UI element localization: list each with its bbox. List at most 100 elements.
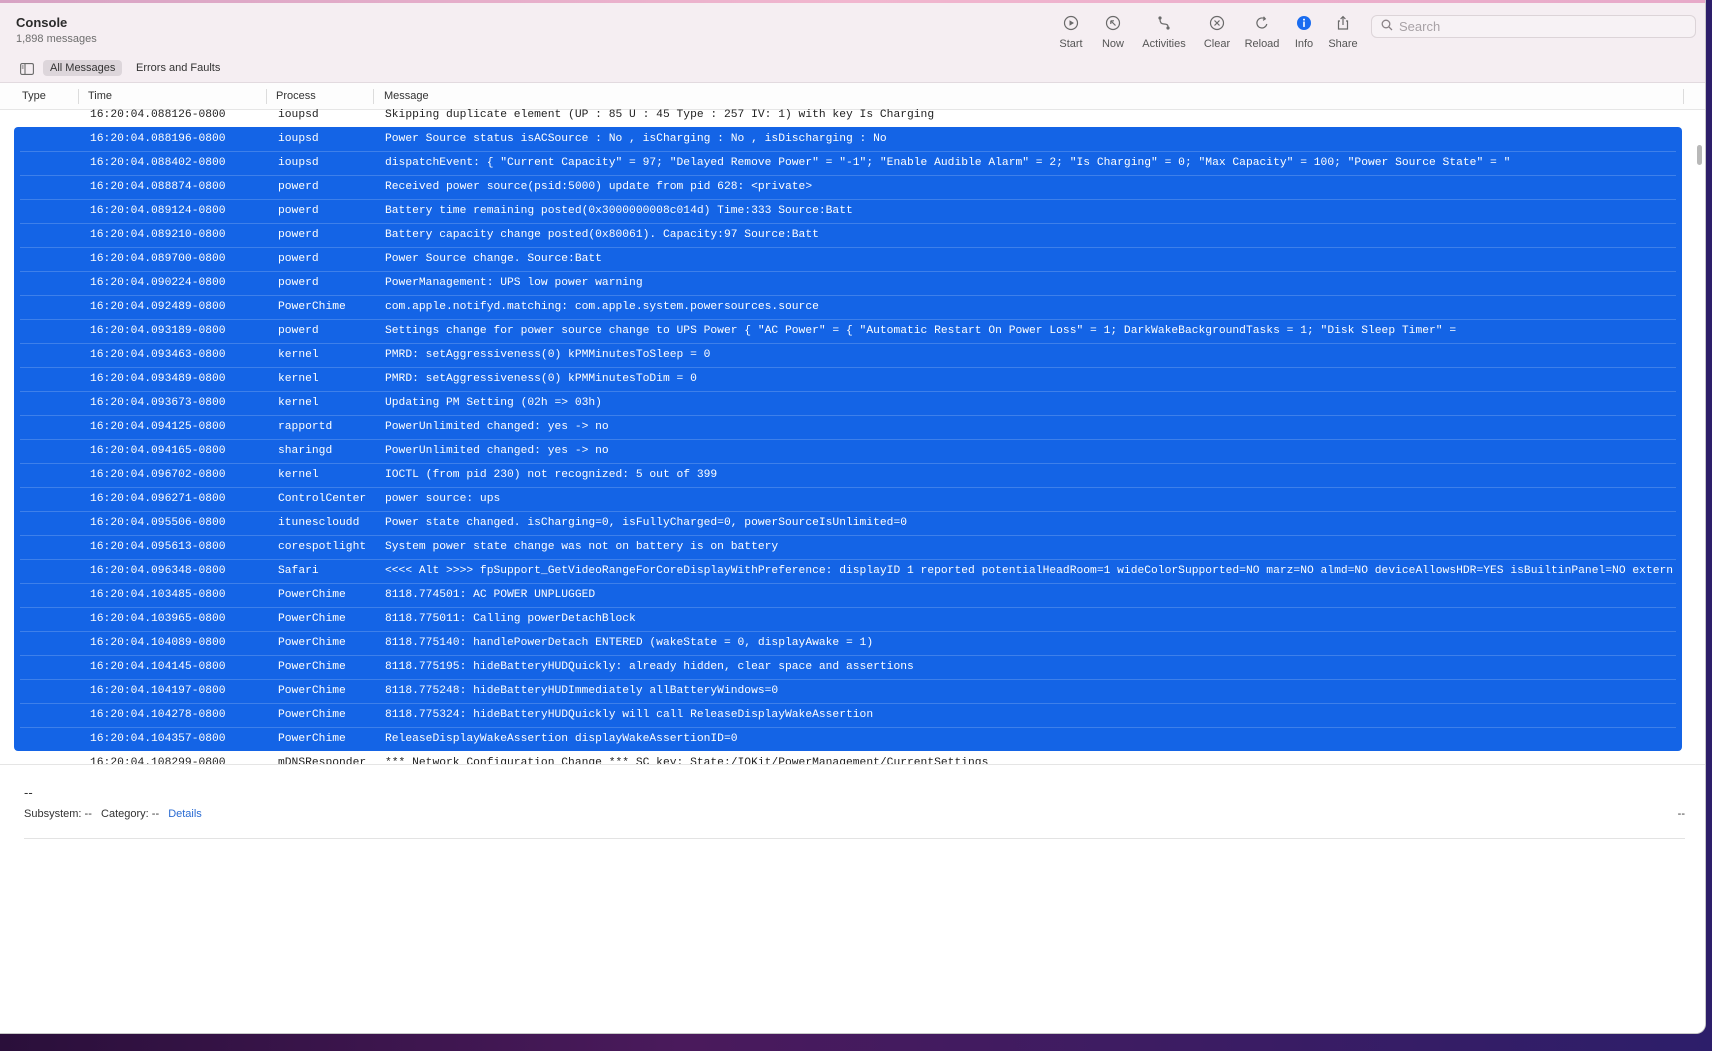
activities-icon bbox=[1154, 13, 1174, 33]
filter-all-messages[interactable]: All Messages bbox=[43, 60, 123, 76]
log-row-time: 16:20:04.095613-0800 bbox=[90, 541, 226, 553]
detail-title: -- bbox=[24, 785, 33, 800]
log-row-time: 16:20:04.093489-0800 bbox=[90, 373, 226, 385]
filter-errors-faults[interactable]: Errors and Faults bbox=[129, 60, 227, 76]
search-icon bbox=[1381, 18, 1393, 36]
log-row-time: 16:20:04.089210-0800 bbox=[90, 229, 226, 241]
log-row-time: 16:20:04.104197-0800 bbox=[90, 685, 226, 697]
col-type[interactable]: Type bbox=[22, 90, 46, 102]
log-row-message: com.apple.notifyd.matching: com.apple.sy… bbox=[385, 301, 819, 313]
now-label: Now bbox=[1101, 38, 1124, 50]
log-row-process: powerd bbox=[278, 325, 319, 337]
console-window: Console 1,898 messages Start Now Activit… bbox=[0, 0, 1706, 1034]
log-row-process: corespotlight bbox=[278, 541, 367, 553]
log-row-message: Settings change for power source change … bbox=[385, 325, 1457, 337]
log-row[interactable]: 16:20:04.094165-0800 sharingd PowerUnlimit… bbox=[0, 440, 1682, 464]
log-row-time: 16:20:04.088126-0800 bbox=[90, 109, 226, 121]
search-input[interactable] bbox=[1399, 19, 1679, 34]
log-row-time: 16:20:04.104089-0800 bbox=[90, 637, 226, 649]
share-button[interactable]: Share bbox=[1313, 13, 1373, 50]
start-label: Start bbox=[1059, 38, 1083, 50]
log-row-message: 8118.775140: handlePowerDetach ENTERED (… bbox=[385, 637, 874, 649]
log-row[interactable]: 16:20:04.096271-0800 ControlCenter power s… bbox=[0, 488, 1682, 512]
category-value: -- bbox=[151, 808, 160, 820]
toolbar: Console 1,898 messages Start Now Activit… bbox=[0, 3, 1705, 55]
log-row[interactable]: 16:20:04.089700-0800 powerd Power Source c… bbox=[0, 248, 1682, 272]
log-row[interactable]: 16:20:04.104145-0800 PowerChime 8118.77519… bbox=[0, 656, 1682, 680]
log-row[interactable]: 16:20:04.088196-0800 ioupsd Power Source s… bbox=[0, 128, 1682, 152]
log-row[interactable]: 16:20:04.093489-0800 kernel PMRD: setAggre… bbox=[0, 368, 1682, 392]
log-row-time: 16:20:04.090224-0800 bbox=[90, 277, 226, 289]
col-process[interactable]: Process bbox=[276, 90, 316, 102]
message-count: 1,898 messages bbox=[16, 33, 97, 45]
log-row-time: 16:20:04.104278-0800 bbox=[90, 709, 226, 721]
log-row[interactable]: 16:20:04.092489-0800 PowerChime com.apple.… bbox=[0, 296, 1682, 320]
details-link[interactable]: Details bbox=[168, 808, 202, 820]
col-message[interactable]: Message bbox=[384, 90, 429, 102]
log-list[interactable]: 16:20:04.088126-0800 ioupsd Skipping dupli… bbox=[0, 104, 1682, 764]
log-row-message: 8118.774501: AC POWER UNPLUGGED bbox=[385, 589, 596, 601]
search-field[interactable] bbox=[1371, 15, 1696, 38]
log-row[interactable]: 16:20:04.104197-0800 PowerChime 8118.77524… bbox=[0, 680, 1682, 704]
log-row-time: 16:20:04.096348-0800 bbox=[90, 565, 226, 577]
log-row[interactable]: 16:20:04.095506-0800 itunescloudd Power st… bbox=[0, 512, 1682, 536]
log-row[interactable]: 16:20:04.104089-0800 PowerChime 8118.77514… bbox=[0, 632, 1682, 656]
col-divider[interactable] bbox=[373, 89, 374, 104]
info-icon bbox=[1294, 13, 1314, 33]
category-label: Category: bbox=[101, 808, 149, 820]
log-row-message: ReleaseDisplayWakeAssertion displayWakeA… bbox=[385, 733, 738, 745]
log-row-process: ioupsd bbox=[278, 157, 319, 169]
log-row-time: 16:20:04.094125-0800 bbox=[90, 421, 226, 433]
log-row-message: PowerManagement: UPS low power warning bbox=[385, 277, 643, 289]
log-row-time: 16:20:04.096271-0800 bbox=[90, 493, 226, 505]
col-divider[interactable] bbox=[78, 89, 79, 104]
log-row[interactable]: 16:20:04.103965-0800 PowerChime 8118.77501… bbox=[0, 608, 1682, 632]
log-row-time: 16:20:04.088402-0800 bbox=[90, 157, 226, 169]
log-row[interactable]: 16:20:04.093463-0800 kernel PMRD: setAggre… bbox=[0, 344, 1682, 368]
log-row[interactable]: 16:20:04.096702-0800 kernel IOCTL (from p… bbox=[0, 464, 1682, 488]
log-row[interactable]: 16:20:04.089124-0800 powerd Battery time r… bbox=[0, 200, 1682, 224]
log-row-time: 16:20:04.094165-0800 bbox=[90, 445, 226, 457]
clear-label: Clear bbox=[1203, 38, 1231, 50]
scrollbar-thumb[interactable] bbox=[1697, 145, 1702, 165]
share-icon bbox=[1333, 13, 1353, 33]
col-divider[interactable] bbox=[266, 89, 267, 104]
log-row-time: 16:20:04.089124-0800 bbox=[90, 205, 226, 217]
log-row[interactable]: 16:20:04.104278-0800 PowerChime 8118.77532… bbox=[0, 704, 1682, 728]
log-row[interactable]: 16:20:04.093673-0800 kernel Updating PM Se… bbox=[0, 392, 1682, 416]
log-row-process: kernel bbox=[278, 349, 319, 361]
detail-meta: Subsystem: -- Category: -- Details bbox=[24, 808, 202, 820]
log-row[interactable]: 16:20:04.093189-0800 powerd Settings chang… bbox=[0, 320, 1682, 344]
log-row-message: 8118.775011: Calling powerDetachBlock bbox=[385, 613, 636, 625]
app-title: Console bbox=[16, 15, 68, 30]
log-row[interactable]: 16:20:04.094125-0800 rapportd PowerUnlimit… bbox=[0, 416, 1682, 440]
sidebar-toggle-icon[interactable] bbox=[20, 62, 34, 75]
log-row-process: PowerChime bbox=[278, 733, 346, 745]
log-row[interactable]: 16:20:04.108299-0800 mDNSResponder *** Net… bbox=[0, 752, 1682, 764]
log-row-process: PowerChime bbox=[278, 709, 346, 721]
log-row-process: ioupsd bbox=[278, 109, 319, 121]
col-time[interactable]: Time bbox=[88, 90, 112, 102]
detail-right-value: -- bbox=[1677, 808, 1685, 820]
log-row[interactable]: 16:20:04.089210-0800 powerd Battery capaci… bbox=[0, 224, 1682, 248]
log-row-process: PowerChime bbox=[278, 685, 346, 697]
activities-button[interactable]: Activities bbox=[1134, 13, 1194, 50]
log-row-message: Battery time remaining posted(0x30000000… bbox=[385, 205, 853, 217]
log-row[interactable]: 16:20:04.088126-0800 ioupsd Skipping dupli… bbox=[0, 104, 1682, 128]
log-row[interactable]: 16:20:04.088874-0800 powerd Received power… bbox=[0, 176, 1682, 200]
log-row-process: itunescloudd bbox=[278, 517, 360, 529]
log-row-process: PowerChime bbox=[278, 301, 346, 313]
log-row-time: 16:20:04.088196-0800 bbox=[90, 133, 226, 145]
log-row-process: powerd bbox=[278, 181, 319, 193]
log-row-process: ioupsd bbox=[278, 133, 319, 145]
log-row[interactable]: 16:20:04.096348-0800 Safari <<<< Alt >>>> … bbox=[0, 560, 1682, 584]
share-label: Share bbox=[1328, 38, 1358, 50]
log-row-process: kernel bbox=[278, 469, 319, 481]
log-row-message: PowerUnlimited changed: yes -> no bbox=[385, 445, 609, 457]
log-row[interactable]: 16:20:04.103485-0800 PowerChime 8118.77450… bbox=[0, 584, 1682, 608]
log-row[interactable]: 16:20:04.088402-0800 ioupsd dispatchEvent:… bbox=[0, 152, 1682, 176]
detail-divider bbox=[24, 838, 1685, 839]
log-row[interactable]: 16:20:04.104357-0800 PowerChime ReleaseDis… bbox=[0, 728, 1682, 752]
log-row[interactable]: 16:20:04.095613-0800 corespotlight System … bbox=[0, 536, 1682, 560]
log-row[interactable]: 16:20:04.090224-0800 powerd PowerManagemen… bbox=[0, 272, 1682, 296]
